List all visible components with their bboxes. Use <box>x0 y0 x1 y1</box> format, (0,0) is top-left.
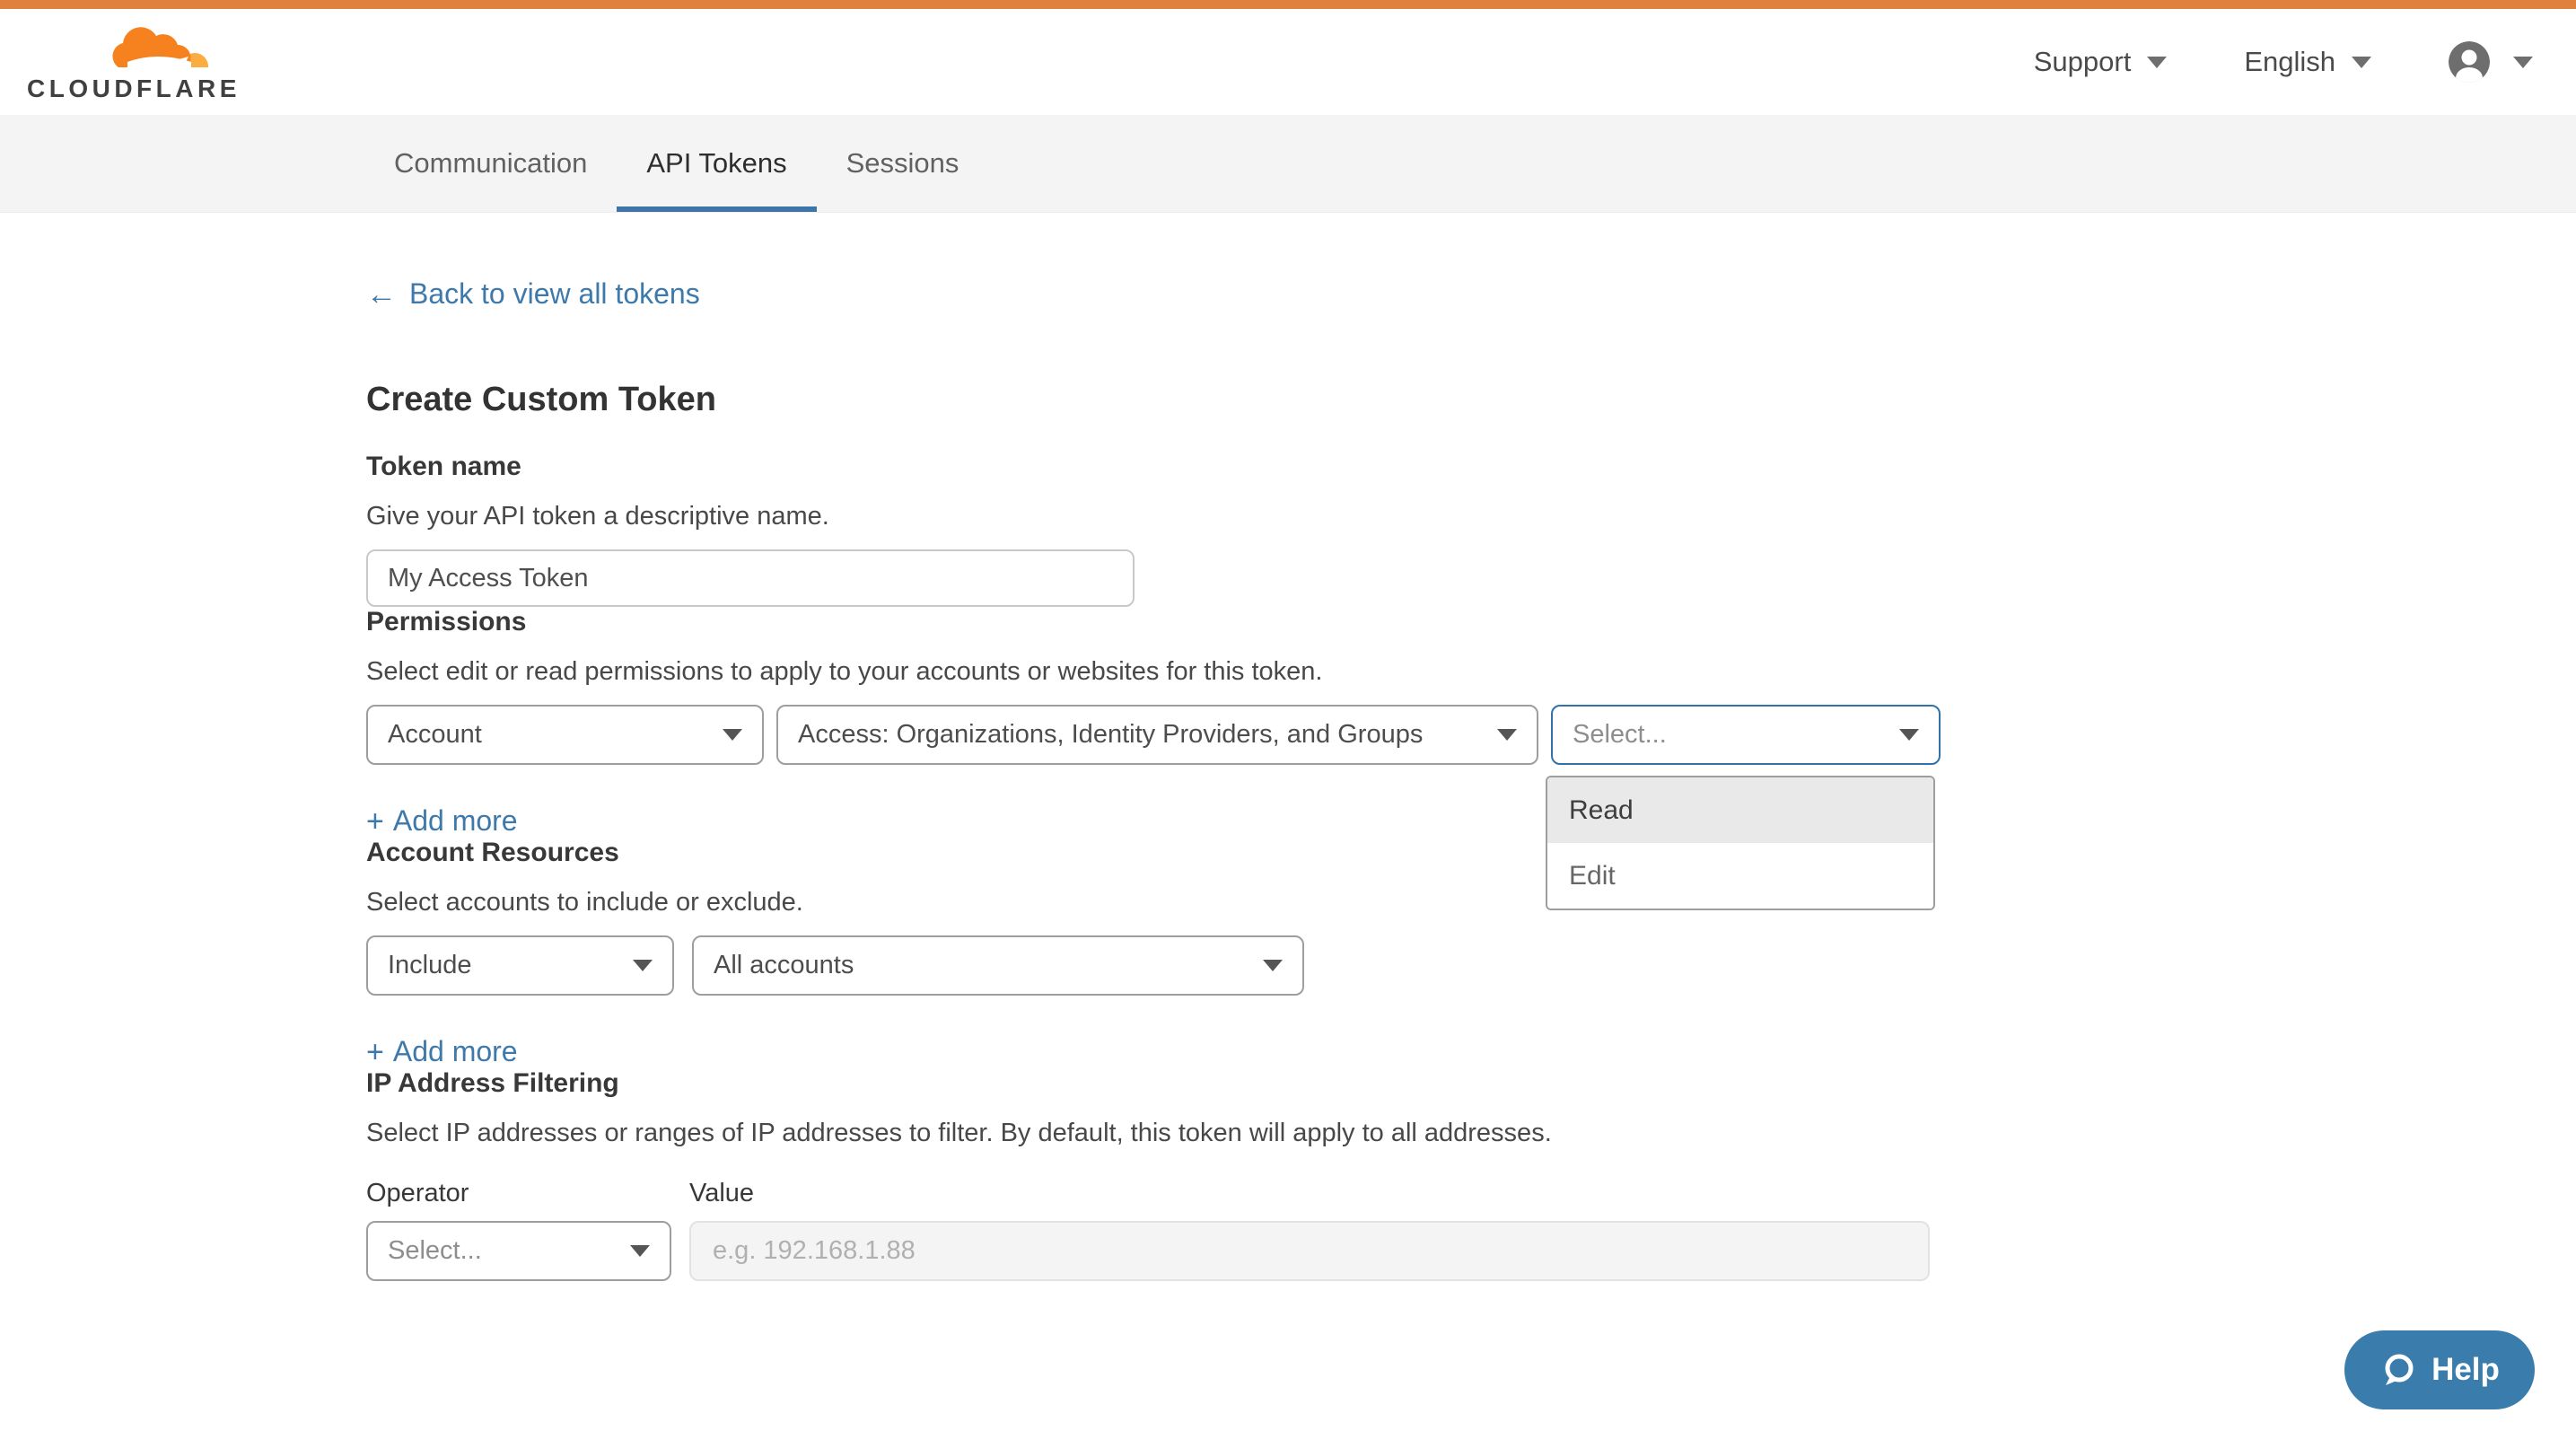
help-button-label: Help <box>2431 1352 2500 1388</box>
permission-level-wrap: Select... Read Edit <box>1551 705 1941 765</box>
token-name-section: Token name Give your API token a descrip… <box>366 452 2576 607</box>
chevron-down-icon <box>2352 57 2371 68</box>
menu-option-read[interactable]: Read <box>1547 777 1933 843</box>
chat-bubble-icon <box>2379 1351 2417 1389</box>
cloudflare-wordmark: CLOUDFLARE <box>27 76 241 101</box>
user-avatar-icon <box>2449 41 2490 83</box>
permissions-heading: Permissions <box>366 607 2576 637</box>
support-menu-label: Support <box>2034 46 2132 78</box>
ip-filtering-heading: IP Address Filtering <box>366 1068 2576 1099</box>
ip-filtering-description: Select IP addresses or ranges of IP addr… <box>366 1119 2576 1148</box>
chevron-down-icon <box>1899 729 1919 741</box>
chevron-down-icon <box>1497 729 1517 741</box>
permission-level-select[interactable]: Select... <box>1551 705 1941 765</box>
chevron-down-icon <box>1263 960 1283 971</box>
permission-scope-select[interactable]: Account <box>366 705 764 765</box>
tab-api-tokens[interactable]: API Tokens <box>617 115 816 212</box>
account-menu[interactable] <box>2449 41 2533 83</box>
back-link-label: Back to view all tokens <box>409 277 700 311</box>
ip-operator-placeholder: Select... <box>388 1236 482 1266</box>
token-name-description: Give your API token a descriptive name. <box>366 502 2576 531</box>
tab-sessions[interactable]: Sessions <box>817 115 989 212</box>
profile-tabbar: Communication API Tokens Sessions <box>0 115 2576 213</box>
ip-filtering-section: IP Address Filtering Select IP addresses… <box>366 1068 2576 1281</box>
add-more-label: Add more <box>393 1035 518 1068</box>
ip-operator-select[interactable]: Select... <box>366 1221 671 1281</box>
page-title: Create Custom Token <box>366 381 2576 419</box>
account-resources-description: Select accounts to include or exclude. <box>366 888 2576 917</box>
value-label: Value <box>689 1179 754 1208</box>
top-accent-bar <box>0 0 2576 9</box>
account-resources-section: Account Resources Select accounts to inc… <box>366 838 2576 1068</box>
plus-icon: + <box>366 1037 384 1067</box>
back-to-tokens-link[interactable]: ← Back to view all tokens <box>366 277 700 311</box>
permission-level-menu: Read Edit <box>1546 776 1935 910</box>
chevron-down-icon <box>723 729 742 741</box>
plus-icon: + <box>366 806 384 837</box>
ip-filtering-labels: Operator Value <box>366 1179 2576 1208</box>
tab-communication[interactable]: Communication <box>364 115 617 212</box>
menu-option-label: Read <box>1569 795 1634 826</box>
permissions-section: Permissions Select edit or read permissi… <box>366 607 2576 838</box>
tab-label: Communication <box>394 147 587 180</box>
left-arrow-icon: ← <box>366 279 397 310</box>
tab-label: Sessions <box>846 147 959 180</box>
add-more-label: Add more <box>393 804 518 838</box>
chevron-down-icon <box>633 960 653 971</box>
resource-accounts-value: All accounts <box>714 951 854 980</box>
chevron-down-icon <box>630 1245 650 1257</box>
ip-filtering-controls: Select... <box>366 1221 2576 1281</box>
account-resources-controls: Include All accounts <box>366 935 2576 996</box>
main-content: ← Back to view all tokens Create Custom … <box>0 213 2576 1281</box>
header-menus: Support English <box>2034 41 2533 83</box>
permission-group-select[interactable]: Access: Organizations, Identity Provider… <box>776 705 1538 765</box>
language-menu-label: English <box>2244 46 2335 78</box>
permissions-controls: Account Access: Organizations, Identity … <box>366 705 2576 765</box>
resource-accounts-select[interactable]: All accounts <box>692 935 1304 996</box>
support-menu[interactable]: Support <box>2034 46 2168 78</box>
chevron-down-icon <box>2513 57 2533 68</box>
help-button[interactable]: Help <box>2344 1330 2535 1409</box>
resource-mode-select[interactable]: Include <box>366 935 674 996</box>
cloudflare-cloud-icon <box>106 22 210 75</box>
permission-scope-value: Account <box>388 720 482 750</box>
tab-label: API Tokens <box>646 147 786 180</box>
account-resources-heading: Account Resources <box>366 838 2576 868</box>
resource-mode-value: Include <box>388 951 472 980</box>
menu-option-edit[interactable]: Edit <box>1547 843 1933 909</box>
permissions-add-more-link[interactable]: + Add more <box>366 804 518 838</box>
cloudflare-logo[interactable]: CLOUDFLARE <box>27 22 241 101</box>
operator-label: Operator <box>366 1179 689 1208</box>
menu-option-label: Edit <box>1569 861 1616 891</box>
chevron-down-icon <box>2147 57 2167 68</box>
language-menu[interactable]: English <box>2244 46 2371 78</box>
permission-group-value: Access: Organizations, Identity Provider… <box>798 720 1423 750</box>
account-resources-add-more-link[interactable]: + Add more <box>366 1035 518 1068</box>
permission-level-placeholder: Select... <box>1573 720 1667 750</box>
header: CLOUDFLARE Support English <box>0 9 2576 115</box>
token-name-heading: Token name <box>366 452 2576 482</box>
ip-value-input[interactable] <box>689 1221 1930 1281</box>
token-name-input[interactable] <box>366 549 1135 607</box>
permissions-description: Select edit or read permissions to apply… <box>366 657 2576 687</box>
